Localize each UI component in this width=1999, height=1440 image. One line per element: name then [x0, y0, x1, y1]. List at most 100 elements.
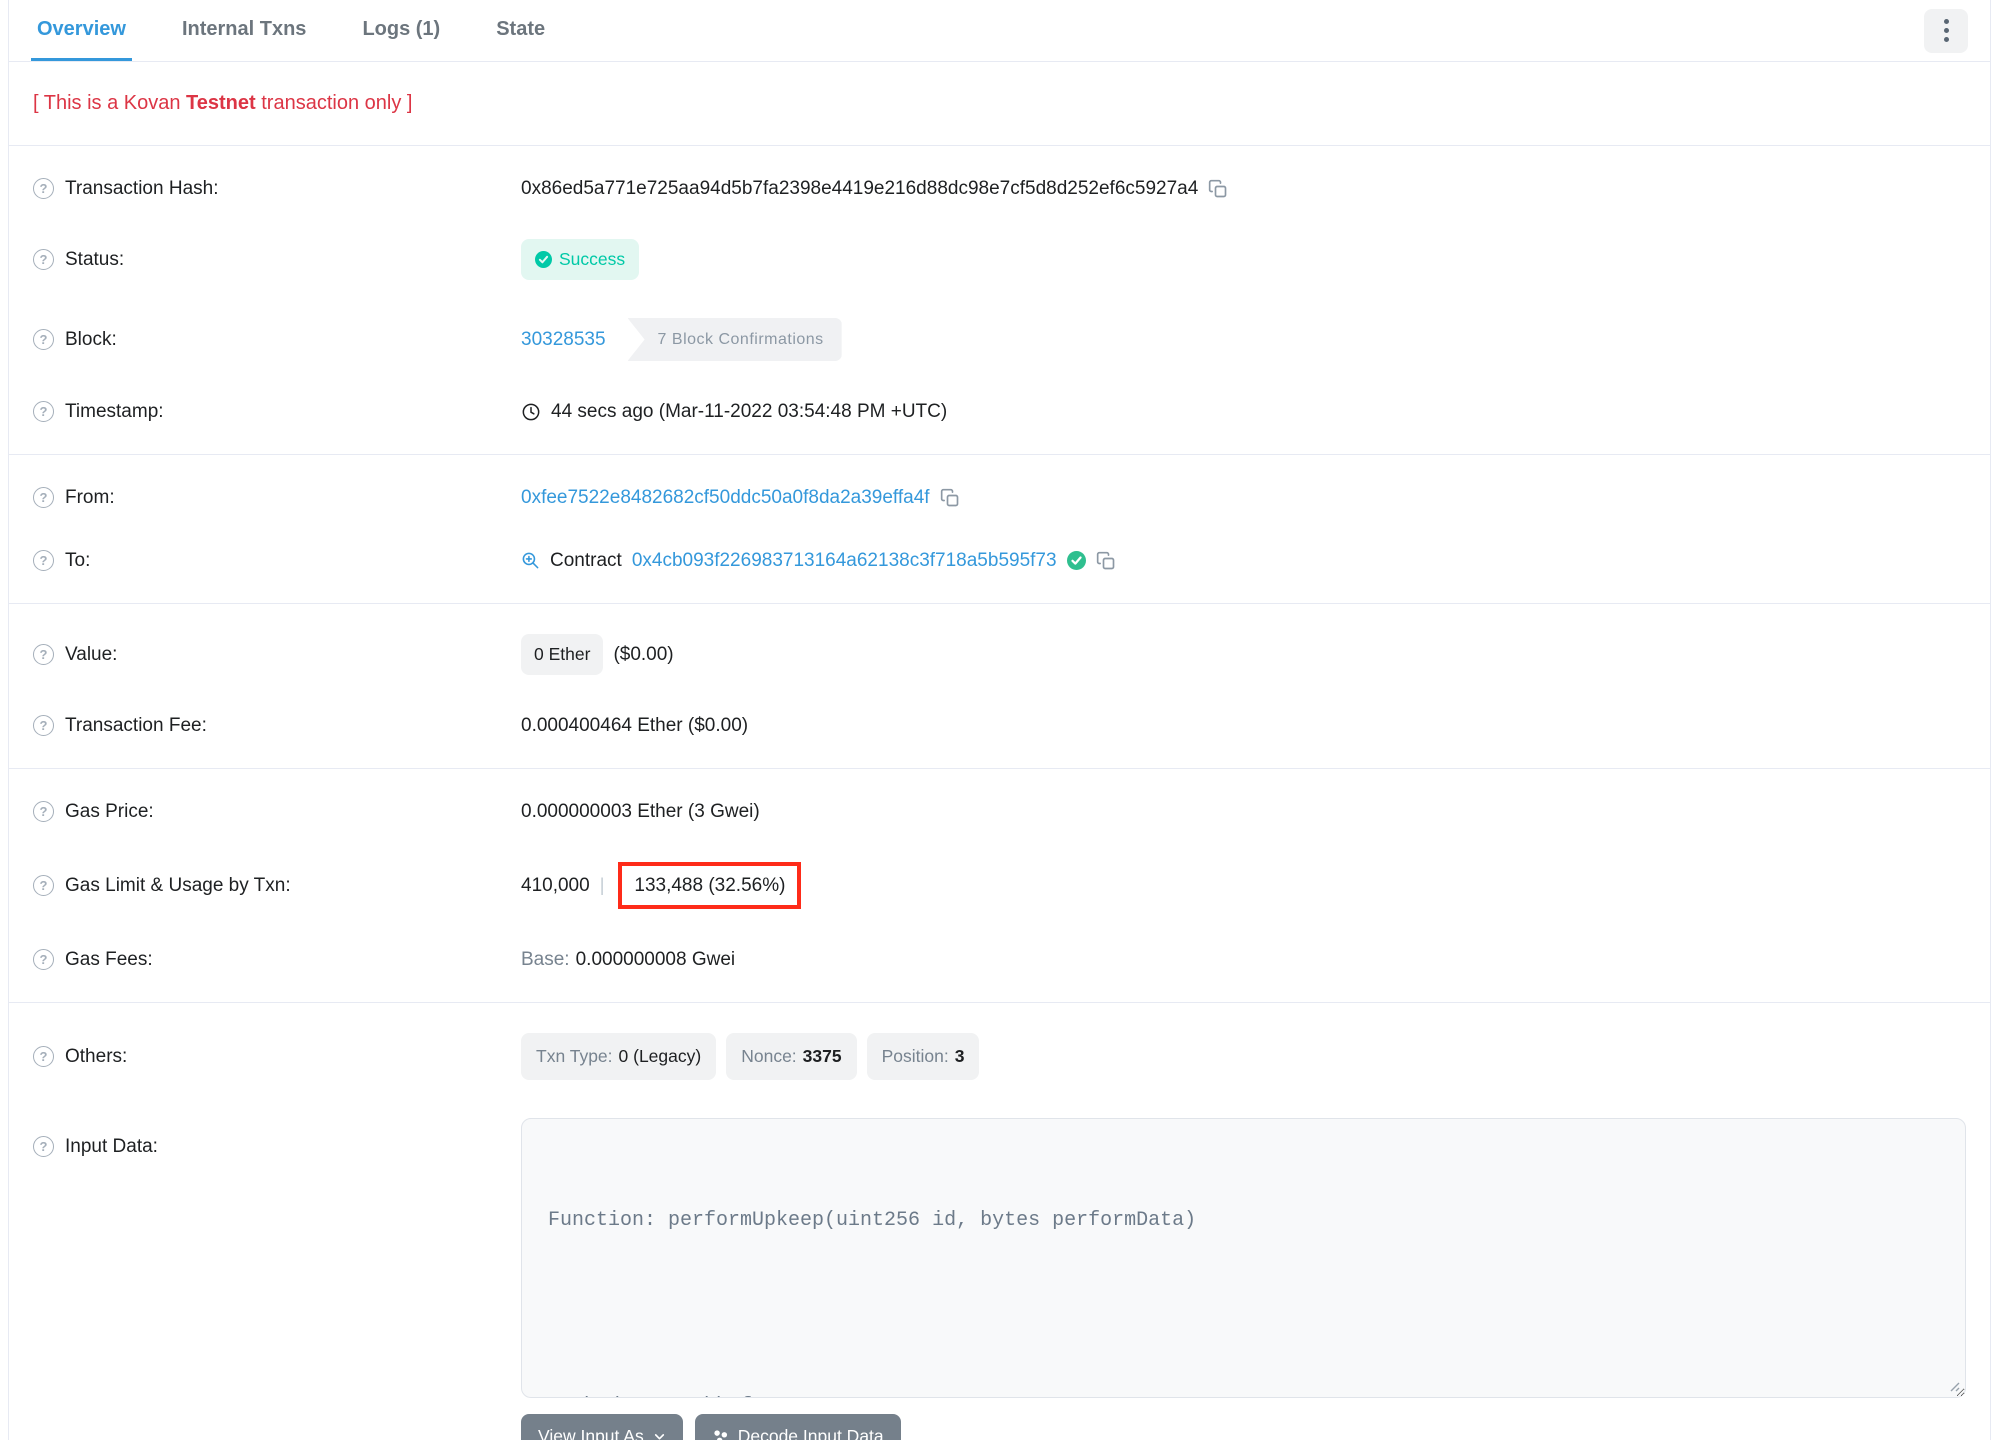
- status-badge: Success: [521, 239, 640, 280]
- help-icon[interactable]: ?: [33, 329, 54, 350]
- block-label: Block:: [65, 329, 117, 350]
- tab-internal-txns[interactable]: Internal Txns: [176, 0, 312, 61]
- help-icon[interactable]: ?: [33, 249, 54, 270]
- more-options-button[interactable]: [1924, 8, 1968, 53]
- copy-icon: [1096, 551, 1114, 569]
- copy-icon: [1209, 179, 1227, 197]
- row-gas-price: ? Gas Price: 0.000000003 Ether (3 Gwei): [33, 780, 1966, 843]
- testnet-warning: [ This is a Kovan Testnet transaction on…: [9, 62, 1990, 145]
- zoom-in-icon[interactable]: [521, 551, 540, 570]
- clock-icon: [522, 403, 540, 420]
- section-from-to: ? From: 0xfee7522e8482682cf50ddc50a0f8da…: [9, 454, 1990, 603]
- to-address-link[interactable]: 0x4cb093f226983713164a62138c3f718a5b595f…: [632, 548, 1057, 573]
- status-label: Status:: [65, 249, 125, 270]
- nonce-label: Nonce:: [741, 1046, 797, 1066]
- tab-bar: Overview Internal Txns Logs (1) State: [9, 0, 1990, 62]
- row-gas-fees: ? Gas Fees: Base: 0.000000008 Gwei: [33, 928, 1966, 991]
- gas-usage-highlight-box: 133,488 (32.56%): [618, 862, 802, 909]
- from-label: From:: [65, 487, 115, 508]
- transaction-fee-label: Transaction Fee:: [65, 715, 207, 736]
- section-hash-status: ? Transaction Hash: 0x86ed5a771e725aa94d…: [9, 145, 1990, 454]
- row-from: ? From: 0xfee7522e8482682cf50ddc50a0f8da…: [33, 466, 1966, 529]
- warning-bold: Testnet: [186, 92, 256, 114]
- others-label: Others:: [65, 1046, 128, 1067]
- gas-usage-value: 133,488 (32.56%): [634, 875, 786, 896]
- txn-type-value: 0 (Legacy): [618, 1046, 702, 1066]
- to-label: To:: [65, 550, 91, 571]
- help-icon[interactable]: ?: [33, 801, 54, 822]
- gas-limit-value: 410,000: [521, 875, 590, 896]
- tab-state[interactable]: State: [490, 0, 551, 61]
- position-label: Position:: [881, 1046, 949, 1066]
- row-gas-limit-usage: ? Gas Limit & Usage by Txn: 410,000 | 13…: [33, 843, 1966, 928]
- tab-overview[interactable]: Overview: [31, 0, 132, 61]
- transaction-fee-value: 0.000400464 Ether ($0.00): [521, 715, 749, 736]
- gas-fees-label: Gas Fees:: [65, 949, 153, 970]
- input-method-id: MethodID: 0x7bbaf1ea: [548, 1391, 1939, 1397]
- to-type: Contract: [550, 550, 622, 571]
- value-usd: ($0.00): [613, 644, 674, 665]
- nonce-value: 3375: [802, 1046, 842, 1066]
- copy-hash-button[interactable]: [1208, 179, 1228, 199]
- gas-fees-base-label: Base:: [521, 949, 570, 970]
- view-input-as-label: View Input As: [538, 1426, 644, 1440]
- row-transaction-hash: ? Transaction Hash: 0x86ed5a771e725aa94d…: [33, 157, 1966, 220]
- timestamp-label: Timestamp:: [65, 401, 164, 422]
- from-address-link[interactable]: 0xfee7522e8482682cf50ddc50a0f8da2a39effa…: [521, 485, 930, 510]
- row-transaction-fee: ? Transaction Fee: 0.000400464 Ether ($0…: [33, 694, 1966, 757]
- section-others-input: ? Others: Txn Type: 0 (Legacy) Nonce: 33…: [9, 1002, 1990, 1440]
- row-input-data: ? Input Data: Function: performUpkeep(ui…: [33, 1099, 1966, 1440]
- gas-separator: |: [599, 875, 605, 895]
- timestamp-value: 44 secs ago (Mar-11-2022 03:54:48 PM +UT…: [551, 401, 948, 422]
- help-icon[interactable]: ?: [33, 550, 54, 571]
- row-value: ? Value: 0 Ether ($0.00): [33, 615, 1966, 694]
- kebab-icon: [1943, 19, 1949, 24]
- view-input-as-button[interactable]: View Input As: [521, 1414, 683, 1440]
- gas-price-value: 0.000000003 Ether (3 Gwei): [521, 801, 760, 822]
- transaction-hash-value: 0x86ed5a771e725aa94d5b7fa2398e4419e216d8…: [521, 178, 1199, 199]
- row-timestamp: ? Timestamp: 44 secs ago (Mar-11-2022 03…: [33, 380, 1966, 443]
- input-data-label: Input Data:: [65, 1136, 158, 1157]
- row-others: ? Others: Txn Type: 0 (Legacy) Nonce: 33…: [33, 1014, 1966, 1099]
- input-function-signature: Function: performUpkeep(uint256 id, byte…: [548, 1209, 1197, 1232]
- resize-grip-icon[interactable]: [1946, 1378, 1960, 1392]
- transaction-hash-label: Transaction Hash:: [65, 178, 219, 199]
- input-data-textarea[interactable]: Function: performUpkeep(uint256 id, byte…: [521, 1118, 1966, 1398]
- gas-fees-base-value: 0.000000008 Gwei: [575, 949, 736, 970]
- help-icon[interactable]: ?: [33, 715, 54, 736]
- help-icon[interactable]: ?: [33, 875, 54, 896]
- row-block: ? Block: 30328535 7 Block Confirmations: [33, 299, 1966, 380]
- check-circle-icon: [535, 251, 552, 268]
- warning-text: [ This is a Kovan: [33, 92, 187, 114]
- value-label: Value:: [65, 644, 118, 665]
- chevron-down-icon: [654, 1434, 664, 1440]
- transaction-card: Overview Internal Txns Logs (1) State [ …: [8, 0, 1991, 1440]
- decode-input-data-button[interactable]: Decode Input Data: [694, 1414, 901, 1440]
- help-icon[interactable]: ?: [33, 401, 54, 422]
- gas-price-label: Gas Price:: [65, 801, 154, 822]
- help-icon[interactable]: ?: [33, 178, 54, 199]
- section-value-fee: ? Value: 0 Ether ($0.00) ? Transaction F…: [9, 603, 1990, 768]
- position-badge: Position: 3: [866, 1033, 980, 1080]
- help-icon[interactable]: ?: [33, 644, 54, 665]
- txn-type-label: Txn Type:: [536, 1046, 613, 1066]
- verified-check-icon: [1066, 551, 1086, 570]
- position-value: 3: [954, 1046, 965, 1066]
- copy-from-button[interactable]: [940, 488, 960, 508]
- decode-icon: [714, 1430, 727, 1440]
- help-icon[interactable]: ?: [33, 1136, 54, 1157]
- tab-logs[interactable]: Logs (1): [356, 0, 446, 61]
- section-gas: ? Gas Price: 0.000000003 Ether (3 Gwei) …: [9, 768, 1990, 1002]
- txn-type-badge: Txn Type: 0 (Legacy): [521, 1033, 717, 1080]
- status-text: Success: [559, 249, 626, 269]
- copy-icon: [940, 488, 958, 506]
- help-icon[interactable]: ?: [33, 1046, 54, 1067]
- help-icon[interactable]: ?: [33, 487, 54, 508]
- copy-to-button[interactable]: [1096, 551, 1116, 571]
- gas-limit-label: Gas Limit & Usage by Txn:: [65, 875, 291, 896]
- help-icon[interactable]: ?: [33, 949, 54, 970]
- row-status: ? Status: Success: [33, 220, 1966, 299]
- block-number-link[interactable]: 30328535: [521, 327, 606, 352]
- warning-text-2: transaction only ]: [255, 92, 413, 114]
- block-confirmations-badge: 7 Block Confirmations: [627, 318, 842, 361]
